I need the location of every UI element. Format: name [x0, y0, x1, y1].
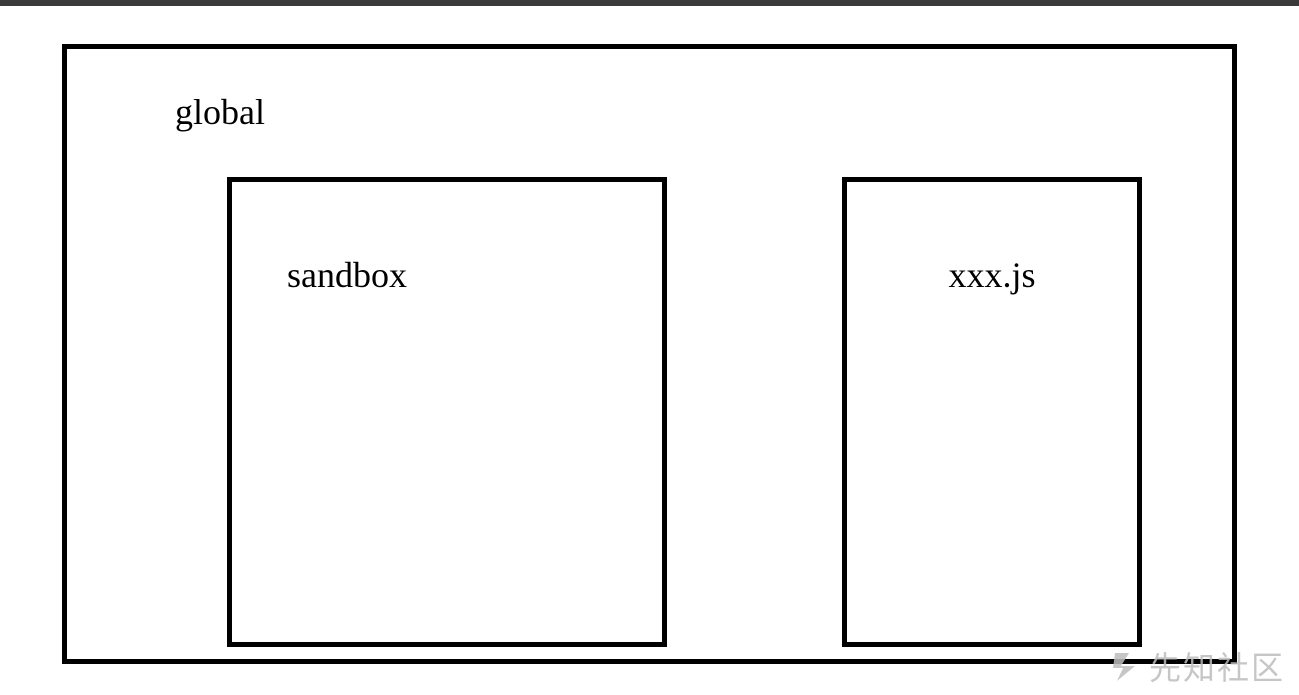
global-label: global [175, 91, 265, 133]
xxxjs-box: xxx.js [842, 177, 1142, 647]
global-scope-box: global sandbox xxx.js [62, 44, 1237, 664]
xxxjs-label: xxx.js [847, 254, 1137, 296]
sandbox-label: sandbox [287, 254, 407, 296]
sandbox-box: sandbox [227, 177, 667, 647]
